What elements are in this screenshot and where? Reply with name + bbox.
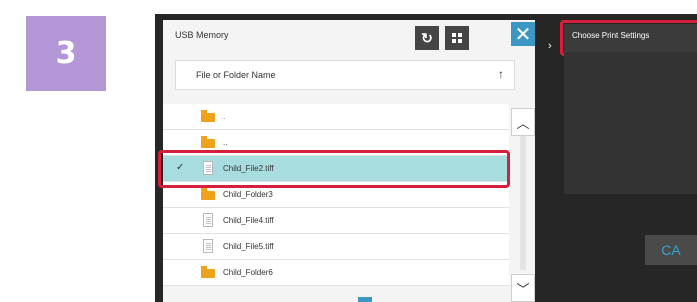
folder-icon [201,136,215,148]
device-screen: USB Memory ↻ ✕ File or Folder Name ↑ . .… [155,14,697,302]
list-item[interactable]: . [163,104,509,130]
print-settings-highlight [560,20,697,56]
folder-icon [201,188,215,200]
sort-ascending-icon: ↑ [498,67,504,81]
scroll-down-button[interactable]: ﹀ [511,274,535,302]
chevron-right-icon[interactable]: › [548,40,552,52]
list-item[interactable]: Child_File5.tiff [163,234,509,260]
close-icon: ✕ [514,23,532,46]
file-icon [203,239,213,253]
item-label: Child_File4.tiff [223,216,274,225]
selected-file-highlight [158,150,510,188]
sort-label: File or Folder Name [196,70,276,80]
item-label: Child_File5.tiff [223,242,274,251]
list-item[interactable]: Child_Folder6 [163,260,509,286]
chevron-down-icon: ﹀ [516,281,530,297]
settings-area [564,52,697,194]
close-button[interactable]: ✕ [511,22,535,46]
scroll-track[interactable] [520,136,526,270]
bottom-indicator [358,297,372,302]
item-label: . [223,112,226,121]
folder-icon [201,110,215,122]
panel-title: USB Memory [175,30,229,40]
step-number-badge: 3 [26,16,106,91]
grid-view-button[interactable] [445,26,469,50]
file-list: . .. ✓ Child_File2.tiff Child_Folder3 Ch… [163,104,509,286]
refresh-icon: ↻ [421,29,433,46]
file-icon [203,213,213,227]
list-item[interactable]: Child_File4.tiff [163,208,509,234]
item-label: .. [223,138,228,147]
grid-view-icon [452,33,462,43]
ca-button[interactable]: CA [645,235,697,265]
item-label: Child_Folder6 [223,268,273,277]
scrollbar[interactable]: ︿ ﹀ [511,104,535,302]
item-label: Child_Folder3 [223,190,273,199]
chevron-up-icon: ︿ [516,115,530,131]
folder-icon [201,266,215,278]
scroll-up-button[interactable]: ︿ [511,108,535,136]
sort-header[interactable]: File or Folder Name ↑ [175,60,515,90]
refresh-button[interactable]: ↻ [415,26,439,50]
